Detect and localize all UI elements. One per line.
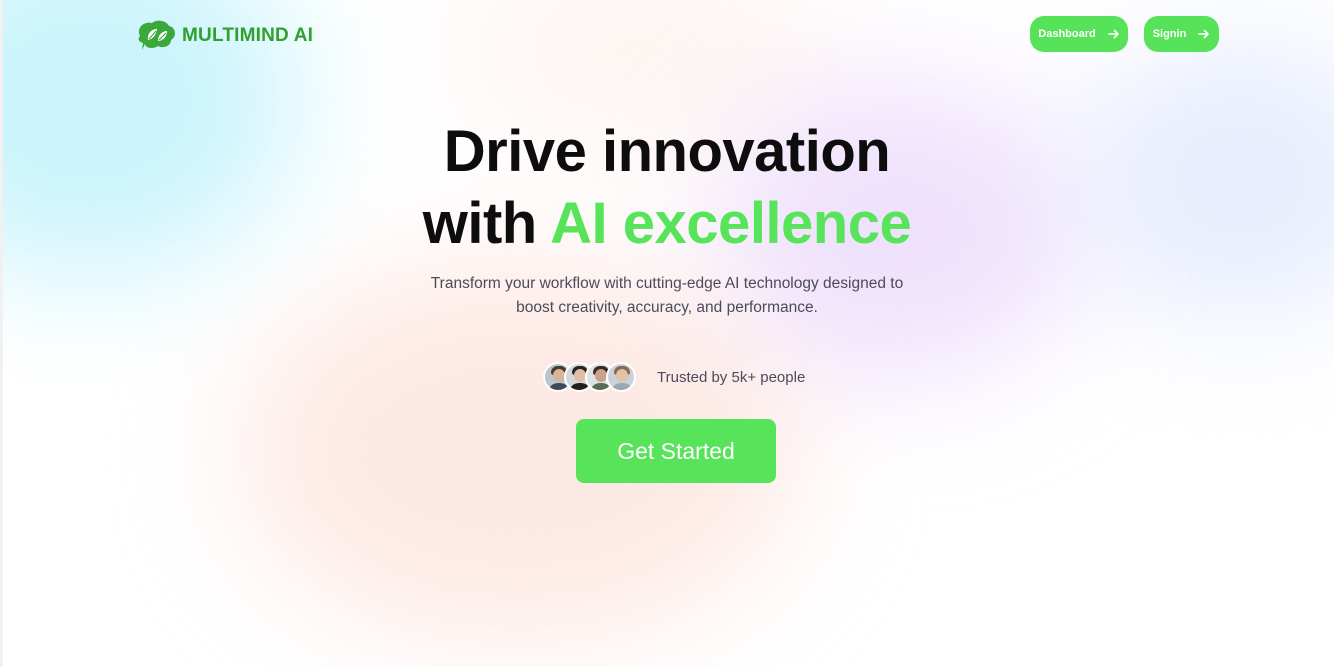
avatar: [606, 362, 636, 392]
get-started-button[interactable]: Get Started: [576, 419, 776, 483]
hero-title-line1: Drive innovation: [443, 119, 891, 184]
background-gradient: [0, 0, 1334, 667]
hero-title-line2-prefix: with: [422, 191, 551, 256]
brand-logo[interactable]: MULTIMIND AI: [134, 18, 313, 54]
get-started-label: Get Started: [617, 437, 735, 464]
leaf-brain-icon: [138, 20, 175, 50]
trust-text: Trusted by 5k+ people: [657, 368, 806, 386]
hero-subtitle: Transform your workflow with cutting-edg…: [0, 272, 1334, 320]
top-nav: MULTIMIND AI Dashboard Signin: [0, 0, 1334, 70]
hero-subtitle-line1: Transform your workflow with cutting-edg…: [430, 275, 904, 292]
brand-name: MULTIMIND AI: [182, 25, 314, 46]
hero-title: Drive innovation with AI excellence: [0, 116, 1334, 260]
hero-subtitle-line2: boost creativity, accuracy, and performa…: [516, 299, 818, 316]
hero-title-accent: AI excellence: [550, 191, 912, 256]
arrow-right-icon: [1198, 29, 1210, 39]
arrow-right-icon: [1107, 29, 1119, 39]
dashboard-button-label: Dashboard: [1038, 28, 1096, 40]
signin-button[interactable]: Signin: [1144, 16, 1219, 52]
page-edge-line: [0, 0, 3, 667]
trust-row: Trusted by 5k+ people: [543, 362, 805, 392]
signin-button-label: Signin: [1152, 28, 1187, 40]
dashboard-button[interactable]: Dashboard: [1030, 16, 1128, 52]
avatar-group: [543, 362, 636, 392]
